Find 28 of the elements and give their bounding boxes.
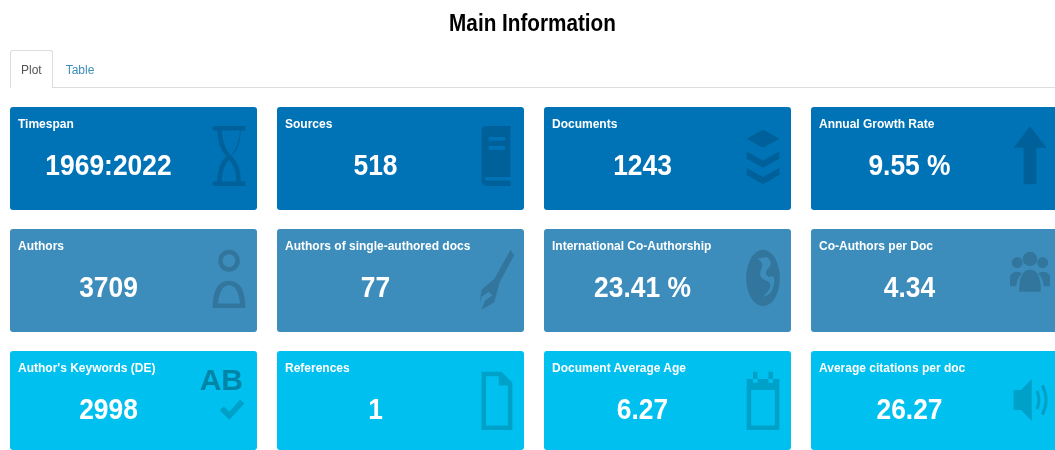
stat-value: 6.27 bbox=[615, 392, 670, 426]
page-title: Main Information bbox=[448, 9, 617, 38]
stat-label: Documents bbox=[552, 117, 618, 131]
stat-value: 26.27 bbox=[875, 392, 944, 426]
tab[interactable]: Plot bbox=[10, 50, 53, 88]
stat-value: 3709 bbox=[78, 270, 139, 304]
stat-value: 77 bbox=[359, 270, 392, 304]
stat-label: References bbox=[285, 361, 350, 375]
stat-label: Annual Growth Rate bbox=[819, 117, 935, 131]
stat-label: Authors bbox=[18, 239, 64, 253]
stat-value: 1243 bbox=[612, 148, 673, 182]
stat-value: 1969:2022 bbox=[44, 148, 173, 182]
stat-value: 4.34 bbox=[882, 270, 937, 304]
stat-value: 1 bbox=[367, 392, 384, 426]
stat-label: Co-Authors per Doc bbox=[819, 239, 933, 253]
stat-label: Document Average Age bbox=[552, 361, 687, 375]
icon-letters: AB bbox=[199, 363, 243, 397]
stat-label: Average citations per doc bbox=[819, 361, 966, 375]
stat-label: Author's Keywords (DE) bbox=[18, 361, 156, 375]
stat-value: 9.55 % bbox=[867, 148, 952, 182]
stat-value: 2998 bbox=[78, 392, 139, 426]
stat-label: Timespan bbox=[18, 117, 74, 131]
stat-value: 518 bbox=[352, 148, 399, 182]
stat-value: 23.41 % bbox=[593, 270, 692, 304]
stat-label: Sources bbox=[285, 117, 333, 131]
stat-label: International Co-Authorship bbox=[552, 239, 712, 253]
tab[interactable]: Table bbox=[54, 50, 106, 88]
stat-label: Authors of single-authored docs bbox=[285, 239, 471, 253]
